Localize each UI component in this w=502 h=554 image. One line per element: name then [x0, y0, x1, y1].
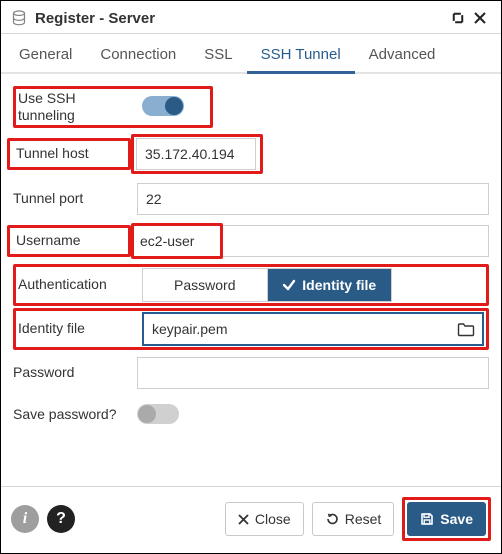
use-ssh-tunneling-label: Use SSH tunneling [18, 90, 142, 125]
username-input[interactable] [131, 225, 489, 257]
tunnel-host-input[interactable] [136, 138, 256, 170]
folder-icon[interactable] [450, 314, 482, 344]
ssh-tunnel-form: Use SSH tunneling Tunnel host /*fix: mak… [1, 74, 501, 486]
tab-general[interactable]: General [5, 36, 86, 74]
password-input[interactable] [137, 357, 489, 389]
database-icon [11, 10, 27, 26]
toggle-knob [165, 97, 183, 115]
reset-button-label: Reset [345, 511, 382, 527]
info-button[interactable]: i [11, 505, 39, 533]
dialog-footer: i ? Close Reset Save [1, 486, 501, 553]
tab-connection[interactable]: Connection [86, 36, 190, 74]
row-identity-file: Identity file [13, 308, 489, 350]
row-authentication: Authentication Password Identity file [13, 264, 489, 306]
toggle-knob [138, 405, 156, 423]
use-ssh-tunneling-toggle[interactable] [142, 96, 184, 116]
password-label: Password [13, 364, 137, 382]
question-icon: ? [56, 510, 66, 528]
save-button[interactable]: Save [407, 502, 486, 536]
tabs: General Connection SSL SSH Tunnel Advanc… [1, 34, 501, 74]
tunnel-port-input[interactable] [137, 183, 489, 215]
close-button[interactable]: Close [225, 502, 304, 536]
authentication-label: Authentication [18, 276, 142, 294]
info-icon: i [23, 510, 27, 528]
register-server-dialog: Register - Server General Connection SSL… [0, 0, 502, 554]
tab-ssl[interactable]: SSL [190, 36, 246, 74]
titlebar: Register - Server [1, 1, 501, 34]
dialog-title: Register - Server [35, 10, 447, 27]
save-highlight: Save [402, 497, 491, 541]
save-password-label: Save password? [13, 406, 137, 424]
close-icon[interactable] [469, 7, 491, 29]
tunnel-port-label: Tunnel port [13, 190, 137, 208]
row-tunnel-port: Tunnel port [13, 178, 489, 220]
row-username: Username [13, 220, 489, 262]
identity-file-input[interactable] [144, 317, 450, 341]
reset-button[interactable]: Reset [312, 502, 395, 536]
close-x-icon [238, 514, 249, 525]
check-icon [282, 278, 296, 292]
tunnel-host-label: Tunnel host [7, 138, 131, 170]
auth-option-password[interactable]: Password [143, 269, 268, 301]
save-icon [420, 512, 434, 526]
auth-option-identity-file-label: Identity file [302, 277, 376, 293]
identity-file-field [142, 312, 484, 346]
save-password-toggle[interactable] [137, 404, 179, 424]
close-button-label: Close [255, 511, 291, 527]
identity-file-label: Identity file [18, 320, 142, 338]
maximize-icon[interactable] [447, 7, 469, 29]
help-button[interactable]: ? [47, 505, 75, 533]
username-label: Username [7, 225, 131, 257]
row-tunnel-host: Tunnel host [13, 130, 489, 178]
tab-advanced[interactable]: Advanced [355, 36, 450, 74]
save-button-label: Save [440, 511, 473, 527]
row-save-password: Save password? [13, 394, 489, 436]
reset-icon [325, 512, 339, 526]
auth-option-identity-file[interactable]: Identity file [268, 269, 392, 301]
row-password: Password [13, 352, 489, 394]
authentication-segmented: Password Identity file [142, 268, 392, 302]
row-use-ssh-tunneling: Use SSH tunneling [13, 86, 213, 128]
tab-ssh-tunnel[interactable]: SSH Tunnel [247, 36, 355, 74]
